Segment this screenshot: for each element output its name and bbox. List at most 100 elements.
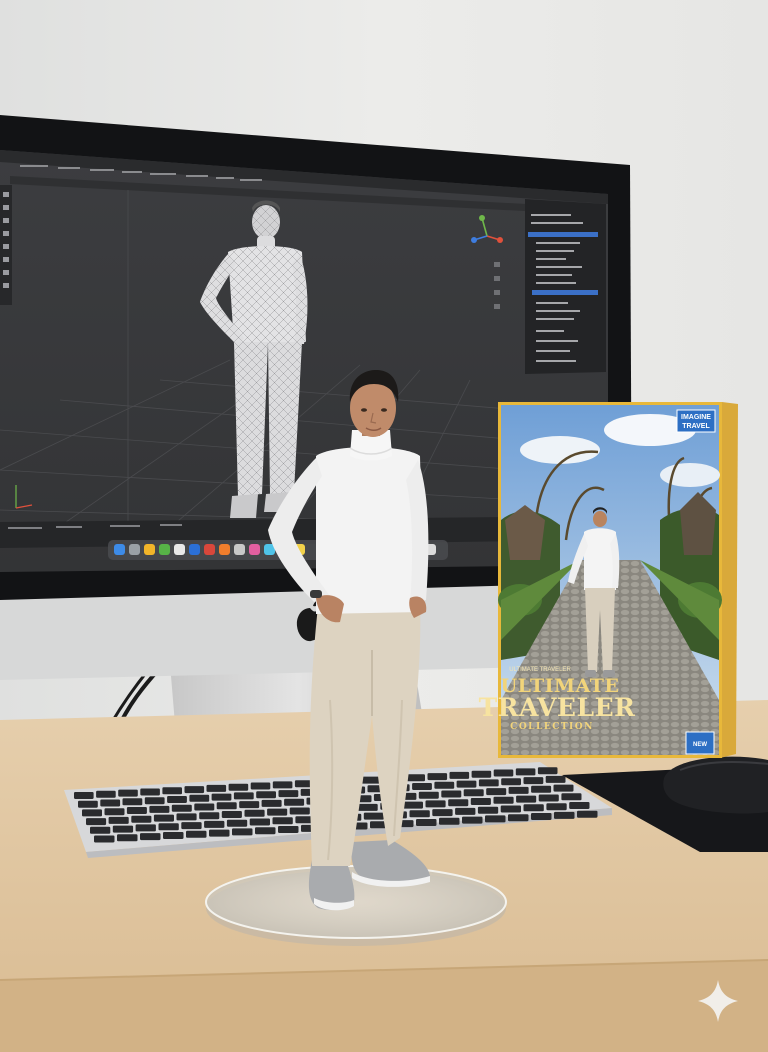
keyboard-key bbox=[206, 784, 227, 792]
keyboard-key bbox=[78, 800, 98, 808]
keyboard-key bbox=[485, 815, 506, 823]
keyboard-key bbox=[409, 810, 430, 818]
keyboard-key bbox=[209, 829, 230, 837]
keyboard-key bbox=[244, 809, 265, 817]
keyboard-key bbox=[250, 782, 271, 790]
keyboard-key bbox=[112, 825, 134, 833]
keyboard-key bbox=[144, 797, 165, 805]
keyboard-key bbox=[531, 813, 552, 820]
keyboard-key bbox=[104, 808, 125, 816]
keyboard-key bbox=[516, 795, 537, 803]
keyboard-key bbox=[449, 771, 470, 779]
keyboard-key bbox=[537, 767, 558, 775]
brand-badge-line2: TRAVEL bbox=[682, 423, 710, 430]
keyboard-key bbox=[158, 823, 179, 831]
keyboard-key bbox=[434, 781, 455, 789]
box-top-line: ULTIMATE TRAVELER bbox=[509, 667, 571, 673]
keyboard-key bbox=[278, 826, 299, 833]
keyboard-key bbox=[363, 812, 385, 820]
keyboard-key bbox=[508, 814, 529, 822]
keyboard-key bbox=[455, 807, 476, 815]
keyboard-key bbox=[226, 819, 248, 827]
keyboard-key bbox=[232, 828, 253, 836]
keyboard-key bbox=[189, 794, 210, 802]
keyboard-key bbox=[108, 816, 129, 824]
keyboard-key bbox=[255, 827, 276, 835]
box-title-line2: TRAVELER bbox=[479, 693, 636, 722]
keyboard-key bbox=[135, 824, 156, 832]
keyboard-key bbox=[493, 796, 514, 804]
keyboard-key bbox=[501, 778, 521, 786]
keyboard-key bbox=[100, 799, 121, 807]
keyboard-key bbox=[272, 781, 293, 789]
keyboard-key bbox=[272, 817, 293, 825]
brand-badge-line1: IMAGINE bbox=[681, 414, 711, 421]
keyboard-key bbox=[412, 783, 432, 790]
keyboard-key bbox=[486, 788, 507, 796]
keyboard-key bbox=[515, 768, 536, 776]
keyboard-key bbox=[448, 799, 469, 807]
keyboard-key bbox=[432, 809, 453, 817]
keyboard-key bbox=[278, 790, 299, 798]
keyboard-key bbox=[357, 803, 378, 811]
keyboard-key bbox=[233, 792, 254, 800]
keyboard-key bbox=[249, 818, 270, 826]
keyboard-key bbox=[126, 807, 147, 814]
keyboard-key bbox=[204, 820, 225, 828]
keyboard-key bbox=[86, 818, 107, 826]
keyboard-key bbox=[122, 798, 143, 806]
keyboard-key bbox=[569, 802, 590, 809]
keyboard-key bbox=[577, 810, 598, 818]
keyboard-key bbox=[176, 813, 197, 821]
keyboard-key bbox=[289, 807, 310, 815]
outliner-panel bbox=[525, 199, 606, 374]
keyboard-key bbox=[117, 834, 138, 842]
keyboard-key bbox=[462, 816, 483, 824]
keyboard-key bbox=[194, 803, 215, 811]
keyboard-key bbox=[416, 819, 437, 826]
keyboard-key bbox=[186, 830, 207, 838]
keyboard-key bbox=[425, 800, 446, 808]
keyboard-key bbox=[131, 815, 152, 823]
keyboard-key bbox=[74, 792, 94, 799]
keyboard-key bbox=[478, 779, 499, 787]
keyboard-key bbox=[167, 796, 187, 803]
keyboard-key bbox=[184, 786, 205, 794]
figurine-shirt bbox=[316, 447, 424, 614]
keyboard-key bbox=[82, 809, 102, 817]
keyboard-key bbox=[561, 793, 582, 801]
keyboard-key bbox=[538, 794, 559, 802]
keyboard-key bbox=[554, 811, 575, 819]
photo-scene: IMAGINE TRAVEL ULTIMATE TRAVELER ULTIMAT… bbox=[0, 0, 768, 1052]
keyboard-key bbox=[441, 790, 462, 798]
keyboard-key bbox=[90, 826, 111, 834]
keyboard-key bbox=[470, 798, 491, 805]
keyboard-key bbox=[439, 817, 460, 825]
keyboard-key bbox=[553, 784, 574, 792]
keyboard-key bbox=[261, 799, 282, 807]
keyboard-key bbox=[221, 811, 242, 818]
keyboard-key bbox=[456, 780, 477, 788]
keyboard-key bbox=[149, 805, 170, 813]
keyboard-key bbox=[199, 812, 220, 820]
keyboard-key bbox=[523, 777, 544, 785]
keyboard-key bbox=[361, 776, 381, 784]
keyboard-key bbox=[546, 803, 567, 811]
keyboard-key bbox=[153, 814, 174, 822]
keyboard-key bbox=[171, 804, 192, 812]
keyboard-key bbox=[216, 802, 237, 810]
keyboard-key bbox=[508, 786, 529, 794]
keyboard-key bbox=[545, 775, 566, 783]
keyboard-key bbox=[471, 770, 492, 778]
keyboard-key bbox=[96, 790, 116, 798]
keyboard-key bbox=[418, 791, 439, 799]
keyboard-key bbox=[463, 789, 484, 797]
keyboard-key bbox=[228, 783, 249, 791]
keyboard-key bbox=[477, 806, 499, 814]
keyboard-key bbox=[500, 805, 521, 813]
keyboard-key bbox=[94, 835, 115, 843]
keyboard-key bbox=[284, 798, 305, 806]
keyboard-key bbox=[140, 788, 160, 796]
keyboard-key bbox=[493, 769, 514, 777]
keyboard-key bbox=[523, 804, 544, 812]
